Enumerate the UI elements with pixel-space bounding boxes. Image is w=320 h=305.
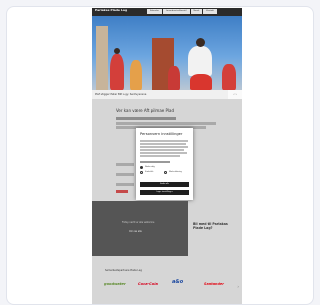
sponsor-logo-ao[interactable]: a&o [172, 279, 183, 285]
dialog-text-line [140, 155, 180, 157]
text-line [116, 190, 128, 193]
cookie-dialog-title: Personvern innstillinger [140, 132, 183, 136]
sponsor-logo-cocacola[interactable]: Coca-Cola [138, 282, 158, 286]
webpage-screenshot: Pariakas Plade Lag Kalender Lavandrestre… [92, 8, 242, 304]
consent-radio-statistics[interactable] [140, 171, 143, 174]
dialog-text-line [140, 161, 170, 163]
hero-head-3 [196, 38, 205, 47]
hero-person-1 [110, 54, 124, 90]
consent-radio-marketing[interactable] [164, 171, 167, 174]
promo-block[interactable]: Friday nacht er alle velkomne Om oss all… [92, 201, 188, 256]
article-heading: Ver kan være Aft pilmae Plad [116, 108, 175, 113]
nav-tab-norwegian[interactable]: Norsk [190, 9, 203, 14]
consent-radio-necessary[interactable] [140, 166, 143, 169]
hero-person-5 [168, 66, 180, 90]
dialog-text-line [140, 149, 184, 151]
sponsors-heading: Samarbeidspartnere Plade Lag [105, 269, 142, 272]
text-line [116, 173, 134, 176]
consent-option-label: Statistikk [145, 171, 154, 173]
dialog-text-line [140, 146, 188, 148]
promo-label: Friday nacht er alle velkomne [122, 221, 155, 224]
sponsors-next-icon[interactable]: › [237, 284, 239, 289]
promo-sub: Om oss alle [129, 230, 142, 233]
join-heading[interactable]: Bli med til Pariakas Plade Lag? [193, 222, 233, 230]
sponsor-logo-santander[interactable]: Santander [204, 282, 224, 286]
site-logo[interactable]: Pariakas Plade Lag [95, 9, 127, 12]
text-line [116, 183, 134, 186]
dialog-text-line [140, 152, 187, 154]
site-header: Pariakas Plade Lag Kalender Lavandrestre… [92, 8, 242, 16]
hero-arrows[interactable]: ‹ › [228, 90, 242, 99]
site-nav: Kalender Lavandrestreffamstil Norsk Kont… [147, 9, 217, 14]
sponsor-logo-goodwater[interactable]: goodwater [104, 282, 126, 286]
consent-option-label: Markedsføring [169, 171, 182, 173]
text-line [116, 163, 134, 166]
hero-image [92, 16, 242, 90]
text-line [116, 122, 216, 125]
text-line [116, 117, 176, 120]
consent-option-label: Nødvendig [145, 166, 155, 168]
nav-tab-calendar[interactable]: Kalender [147, 9, 162, 14]
hero-caption: Plaf stigger Peter Bilt s.gy. Sentvyscen… [92, 90, 231, 99]
hero-person-4 [222, 64, 236, 90]
dialog-text-line [140, 143, 186, 145]
hero-person-3 [188, 46, 212, 76]
dialog-text-line [140, 140, 188, 142]
hero-head-1 [114, 48, 120, 54]
nav-tab-events[interactable]: Lavandrestreffamstil [162, 9, 190, 14]
hero-person-2 [130, 60, 142, 90]
nav-tab-contact[interactable]: Kontakt [203, 9, 217, 14]
hero-person-3-legs [190, 74, 212, 90]
hero-building-2 [96, 26, 108, 90]
cookie-consent-dialog: Personvern innstillinger Nødvendig Stati… [136, 128, 193, 200]
save-settings-button[interactable]: Lagre innstillinger [140, 190, 189, 195]
preview-card: Pariakas Plade Lag Kalender Lavandrestre… [6, 6, 314, 305]
accept-all-button[interactable]: Godta alle [140, 182, 189, 187]
